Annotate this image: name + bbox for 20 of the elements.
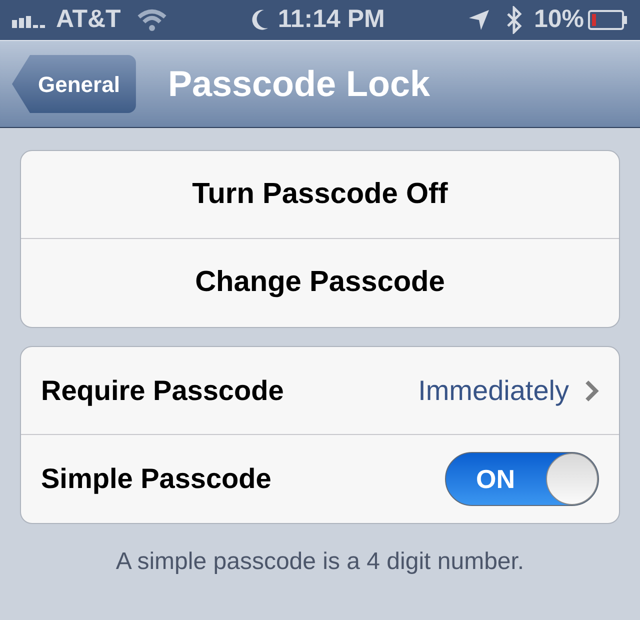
screen-title: Passcode Lock (168, 62, 430, 106)
row-button[interactable]: Change Passcode (195, 261, 445, 305)
row-value[interactable]: Immediately (418, 370, 569, 412)
switch-label: ON (476, 462, 515, 496)
battery-icon (588, 10, 628, 30)
chevron-icon (585, 380, 599, 402)
moon-icon (250, 8, 270, 32)
back-button[interactable]: General (12, 55, 136, 113)
row-label: Require Passcode (41, 374, 284, 408)
wifi-icon (136, 8, 167, 32)
group-footer: A simple passcode is a 4 digit number. (116, 544, 524, 580)
bluetooth-icon (506, 6, 522, 34)
location-arrow-icon (468, 9, 490, 31)
carrier-text: AT&T (56, 4, 121, 36)
row-label: Simple Passcode (41, 462, 272, 496)
row-button[interactable]: Turn Passcode Off (192, 172, 448, 216)
battery-percent: 10% (534, 4, 584, 36)
toggle-switch[interactable]: ON (445, 452, 599, 506)
switch-knob (546, 453, 598, 505)
time-text: 11:14 PM (278, 4, 385, 36)
